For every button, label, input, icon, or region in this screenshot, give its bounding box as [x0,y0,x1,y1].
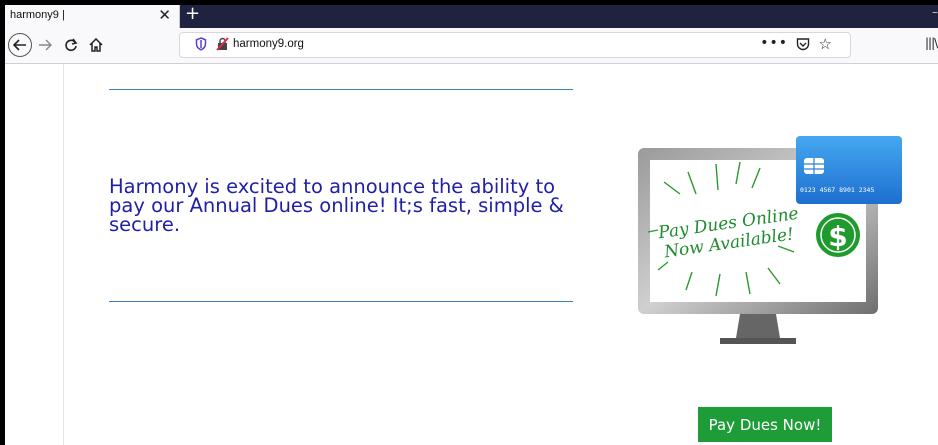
arrow-left-icon [13,39,26,51]
tab-strip: harmony9 | ✕ + – [5,5,938,28]
new-tab-button[interactable]: + [185,5,200,24]
bookmark-star-icon[interactable]: ☆ [819,35,832,53]
library-icon[interactable]: |||\ [925,36,938,50]
arrow-right-icon [39,39,52,51]
reload-button[interactable] [60,34,82,56]
insecure-lock-icon[interactable] [216,37,229,51]
top-rule [109,89,573,90]
page-content: Harmony is excited to announce the abili… [5,64,938,445]
pay-dues-now-button[interactable]: Pay Dues Now! [698,407,832,442]
back-button[interactable] [8,33,32,57]
browser-window: harmony9 | ✕ + – harmony9.org ••• ☆ |||\ [5,5,938,445]
close-icon[interactable]: ✕ [158,6,171,24]
home-button[interactable] [85,34,107,56]
shield-icon[interactable] [195,37,207,51]
home-icon [89,38,103,52]
pocket-icon[interactable] [796,37,810,51]
pay-dues-online-graphic: Pay Dues Online Now Available! 0123 4567… [638,136,902,344]
url-bar[interactable]: harmony9.org ••• ☆ [179,32,851,58]
reload-icon [65,38,78,52]
tab-overflow-icon[interactable]: – [932,5,938,19]
left-divider [63,64,64,445]
url-text[interactable]: harmony9.org [233,38,304,50]
announcement-text: Harmony is excited to announce the abili… [109,175,564,236]
page-actions-menu[interactable]: ••• [760,35,788,51]
tab-harmony9[interactable]: harmony9 | ✕ [5,5,180,28]
bottom-rule [109,301,573,302]
card-number: 0123 4567 8901 2345 [800,186,874,194]
dollar-sign: $ [828,220,847,253]
nav-bar: harmony9.org ••• ☆ |||\ [5,28,938,64]
forward-button[interactable] [34,34,56,56]
tab-title: harmony9 | [10,9,65,21]
